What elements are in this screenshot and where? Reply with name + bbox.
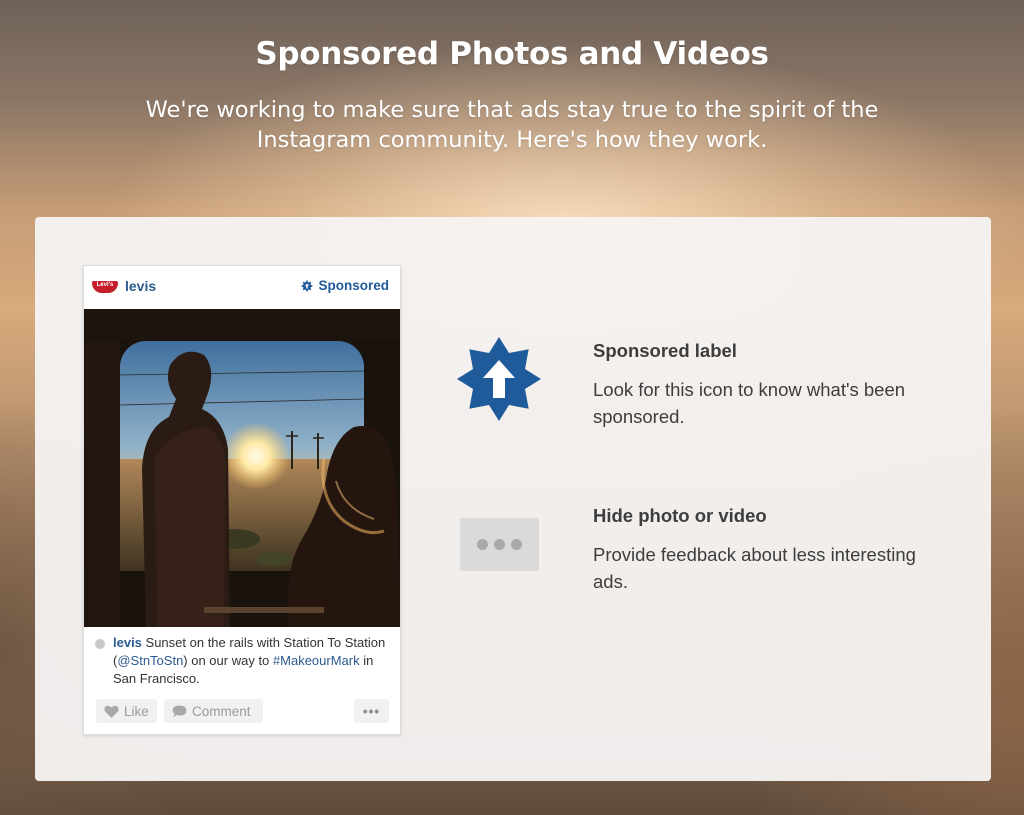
sponsored-tag-label: Sponsored <box>318 278 389 293</box>
sample-post-card: Levi's levis Sponsored levis Sunset on t… <box>83 265 401 735</box>
page-title: Sponsored Photos and Videos <box>255 36 769 72</box>
sponsored-label-title: Sponsored label <box>593 340 737 361</box>
levis-logo-icon: Levi's <box>92 281 118 293</box>
heart-icon <box>104 705 119 718</box>
caption-username-link[interactable]: levis <box>113 635 142 650</box>
caption-mention-link[interactable]: @StnToStn <box>117 653 183 668</box>
page-subtitle: We're working to make sure that ads stay… <box>145 97 879 153</box>
comment-button[interactable]: Comment <box>164 699 263 723</box>
sponsored-badge-icon <box>301 279 314 292</box>
sponsored-label-description: Look for this icon to know what's been s… <box>593 379 906 427</box>
post-username-link[interactable]: levis <box>125 278 156 294</box>
more-options-button[interactable]: ••• <box>354 699 389 723</box>
hide-photo-title: Hide photo or video <box>593 505 767 526</box>
more-options-icon: ••• <box>362 703 381 719</box>
hide-photo-description: Provide feedback about less interesting … <box>593 544 916 592</box>
more-options-example-icon <box>460 518 539 571</box>
like-button[interactable]: Like <box>96 699 157 723</box>
comment-bubble-icon <box>172 705 187 717</box>
post-header: Levi's levis Sponsored <box>84 266 400 309</box>
caption-text-2: ) on our way to <box>183 653 273 668</box>
caption-hashtag-link[interactable]: #MakeourMark <box>273 653 360 668</box>
sponsored-tag[interactable]: Sponsored <box>301 278 389 293</box>
sponsored-badge-large-icon <box>457 337 541 421</box>
post-photo[interactable] <box>84 309 400 627</box>
caption-avatar <box>95 639 105 649</box>
like-label: Like <box>124 703 149 719</box>
post-actions: Like Comment ••• <box>96 699 390 723</box>
post-photo-image <box>84 309 400 627</box>
comment-label: Comment <box>192 703 251 719</box>
post-caption: levis Sunset on the rails with Station T… <box>113 634 393 688</box>
